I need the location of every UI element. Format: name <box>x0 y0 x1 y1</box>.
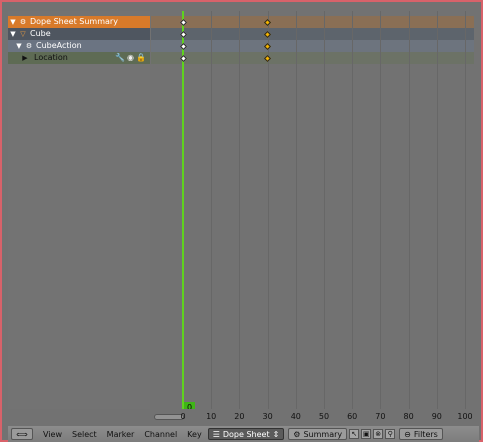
errors-icon[interactable]: ⊗ <box>373 429 384 439</box>
summary-band <box>151 16 474 28</box>
action-band <box>151 40 474 52</box>
tick-label: 50 <box>318 412 330 421</box>
gridline <box>352 11 354 409</box>
summary-icon: ⚙ <box>19 18 27 26</box>
keyframe-area[interactable]: 0 <box>151 11 474 409</box>
channel-label: Location <box>34 53 68 62</box>
summary-toggle[interactable]: ⚙ Summary <box>288 428 348 440</box>
gridline <box>267 11 269 409</box>
gridline <box>436 11 438 409</box>
playhead[interactable] <box>182 11 184 409</box>
location-band <box>151 52 474 64</box>
object-band <box>151 28 474 40</box>
channel-label: CubeAction <box>36 41 82 50</box>
editor-type-button[interactable]: ⟺ <box>11 428 33 440</box>
tick-label: 70 <box>375 412 386 421</box>
speaker-icon[interactable]: ◉ <box>127 52 134 64</box>
gridline <box>324 11 325 409</box>
filter-icon: ⊖ <box>404 429 411 439</box>
expand-icon[interactable]: ▼ <box>14 40 24 52</box>
tick-label: 40 <box>290 412 301 421</box>
tick-label: 10 <box>206 412 217 421</box>
search-icon[interactable]: ⚲ <box>385 429 396 439</box>
tick-label: 80 <box>403 412 414 421</box>
lock-icon[interactable]: 🔒 <box>136 52 146 64</box>
editor-header: ⟺ View Select Marker Channel Key ☰ Dope … <box>8 426 479 442</box>
channel-location[interactable]: ▶ Location 🔧 ◉ 🔒 <box>8 52 150 64</box>
gridline <box>239 11 241 409</box>
chevron-updown-icon: ⇕ <box>272 429 280 439</box>
channel-cube[interactable]: ▼ ▽ Cube <box>8 28 150 40</box>
only-selected-icon[interactable]: ↖ <box>349 429 360 439</box>
tick-label: 100 <box>457 412 473 421</box>
tick-label: 20 <box>234 412 245 421</box>
channel-cube-action[interactable]: ▼ ⚙ CubeAction <box>8 40 150 52</box>
wrench-icon[interactable]: 🔧 <box>115 52 125 64</box>
current-frame-indicator[interactable]: 0 <box>184 402 195 409</box>
dope-sheet-icon: ⟺ <box>16 429 28 439</box>
frame-ruler[interactable]: 0 10 20 30 40 50 60 70 80 90 100 <box>151 411 474 423</box>
gridline <box>211 11 213 409</box>
action-icon: ⚙ <box>25 42 33 50</box>
menu-view[interactable]: View <box>43 430 62 439</box>
channel-list: ▼ ⚙ Dope Sheet Summary ▼ ▽ Cube ▼ ⚙ Cube… <box>8 11 150 409</box>
menu-marker[interactable]: Marker <box>107 430 135 439</box>
gridline <box>408 11 410 409</box>
expand-icon[interactable]: ▼ <box>8 28 18 40</box>
expand-icon[interactable]: ▶ <box>20 52 30 64</box>
channel-label: Dope Sheet Summary <box>30 17 118 26</box>
tick-label: 30 <box>262 412 273 421</box>
tick-label: 0 <box>180 412 186 421</box>
summary-icon: ⚙ <box>293 429 301 439</box>
channel-tools: 🔧 ◉ 🔒 <box>115 52 146 64</box>
filters-label: Filters <box>413 429 438 439</box>
object-icon: ▽ <box>20 30 26 38</box>
dope-sheet-editor: ▼ ⚙ Dope Sheet Summary ▼ ▽ Cube ▼ ⚙ Cube… <box>0 0 483 442</box>
summary-label: Summary <box>303 429 343 439</box>
channel-dope-sheet-summary[interactable]: ▼ ⚙ Dope Sheet Summary <box>8 16 150 28</box>
menu-select[interactable]: Select <box>72 430 97 439</box>
tick-label: 60 <box>347 412 358 421</box>
gridline <box>295 11 297 409</box>
mode-select[interactable]: ☰ Dope Sheet ⇕ <box>207 428 285 440</box>
mode-icon: ☰ <box>212 429 220 439</box>
expand-icon[interactable]: ▼ <box>8 16 18 28</box>
menu-key[interactable]: Key <box>187 430 202 439</box>
gridline <box>380 11 382 409</box>
mode-label: Dope Sheet <box>222 429 270 439</box>
filters-button[interactable]: ⊖ Filters <box>399 428 443 440</box>
gridline <box>465 11 466 409</box>
tick-label: 90 <box>431 412 442 421</box>
channel-label: Cube <box>30 29 51 38</box>
show-hidden-icon[interactable]: ▣ <box>361 429 372 439</box>
menu-channel[interactable]: Channel <box>144 430 177 439</box>
